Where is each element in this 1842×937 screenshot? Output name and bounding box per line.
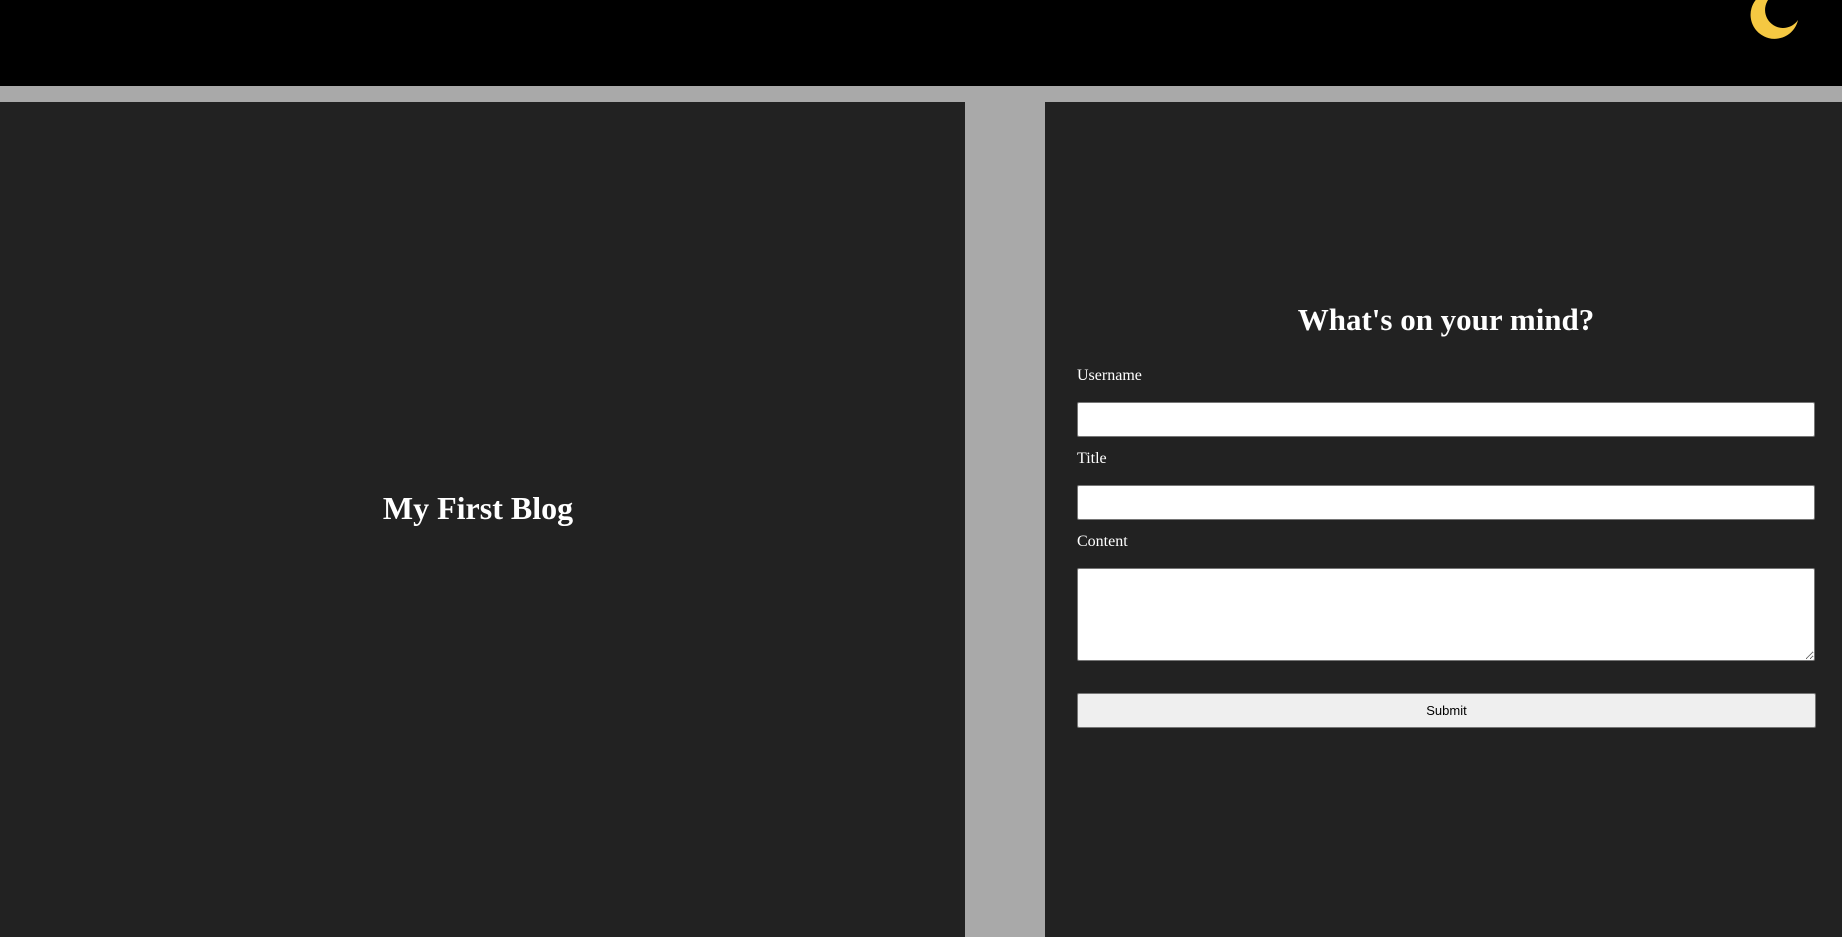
top-bar <box>0 0 1842 86</box>
submit-button[interactable]: Submit <box>1077 693 1816 728</box>
content-label: Content <box>1077 533 1128 550</box>
title-label: Title <box>1077 450 1107 467</box>
blog-title: My First Blog <box>382 490 574 526</box>
username-input[interactable] <box>1077 402 1815 437</box>
form-heading: What's on your mind? <box>1297 302 1595 337</box>
username-label: Username <box>1077 367 1142 384</box>
blog-panel: My First Blog <box>0 102 965 937</box>
title-input[interactable] <box>1077 485 1815 520</box>
post-form-panel: What's on your mind? Username Title Cont… <box>1045 102 1842 937</box>
crescent-moon-icon[interactable] <box>1744 0 1804 46</box>
content-textarea[interactable] <box>1077 568 1815 661</box>
